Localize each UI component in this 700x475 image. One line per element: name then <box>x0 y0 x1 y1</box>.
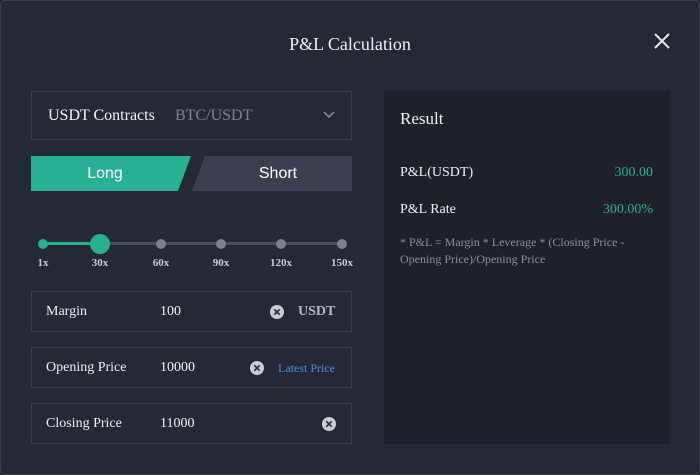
tick-label: 150x <box>331 257 353 269</box>
tick-label: 90x <box>212 257 230 269</box>
tab-short[interactable]: Short <box>192 156 352 191</box>
pnl-rate-label: P&L Rate <box>400 202 456 217</box>
slider-stop-1x[interactable] <box>38 239 48 249</box>
tab-short-label: Short <box>258 165 298 182</box>
chevron-down-icon <box>323 111 335 119</box>
slider-stop-90x[interactable] <box>216 239 226 249</box>
opening-price-label: Opening Price <box>46 360 127 375</box>
tab-long[interactable]: Long <box>31 156 191 191</box>
contract-pair-value: BTC/USDT <box>175 107 253 124</box>
margin-label: Margin <box>46 304 87 319</box>
latest-price-link[interactable]: Latest Price <box>278 361 335 376</box>
margin-input[interactable]: 100 <box>160 304 181 320</box>
tab-long-label: Long <box>87 165 123 182</box>
result-title: Result <box>400 109 444 128</box>
slider-stop-120x[interactable] <box>276 239 286 249</box>
clear-icon[interactable] <box>270 305 284 319</box>
pnl-calculation-dialog: P&L Calculation USDT Contracts BTC/USDT … <box>0 0 700 475</box>
contract-type-dropdown[interactable]: USDT Contracts BTC/USDT <box>31 91 352 140</box>
closing-price-input[interactable]: 11000 <box>160 416 194 432</box>
close-icon[interactable] <box>652 31 672 51</box>
clear-icon[interactable] <box>322 417 336 431</box>
tick-label: 30x <box>91 257 109 269</box>
pnl-formula-note: * P&L = Margin * Leverage * (Closing Pri… <box>400 235 625 266</box>
closing-price-label: Closing Price <box>46 416 122 431</box>
tick-label: 1x <box>37 257 49 269</box>
tick-label: 60x <box>152 257 170 269</box>
tick-label: 120x <box>270 257 292 269</box>
slider-stop-60x[interactable] <box>156 239 166 249</box>
slider-stop-150x[interactable] <box>337 239 347 249</box>
pnl-label: P&L(USDT) <box>400 165 474 180</box>
leverage-slider[interactable]: 1x 30x 60x 90x 120x 150x <box>31 229 361 274</box>
opening-price-field[interactable]: Opening Price 10000 Latest Price <box>31 347 352 388</box>
pnl-rate-value: 300.00% <box>602 202 653 217</box>
closing-price-field[interactable]: Closing Price 11000 <box>31 403 352 444</box>
clear-icon[interactable] <box>250 361 264 375</box>
contract-type-label: USDT Contracts <box>48 107 155 124</box>
result-panel: Result P&L(USDT) 300.00 P&L Rate 300.00%… <box>384 91 670 444</box>
position-side-tabs: Long Short <box>31 156 352 191</box>
pnl-value: 300.00 <box>614 165 654 180</box>
opening-price-input[interactable]: 10000 <box>160 360 195 376</box>
dialog-title: P&L Calculation <box>289 34 411 54</box>
margin-field[interactable]: Margin 100 USDT <box>31 291 352 332</box>
slider-handle[interactable] <box>90 234 110 254</box>
margin-unit: USDT <box>298 304 336 319</box>
